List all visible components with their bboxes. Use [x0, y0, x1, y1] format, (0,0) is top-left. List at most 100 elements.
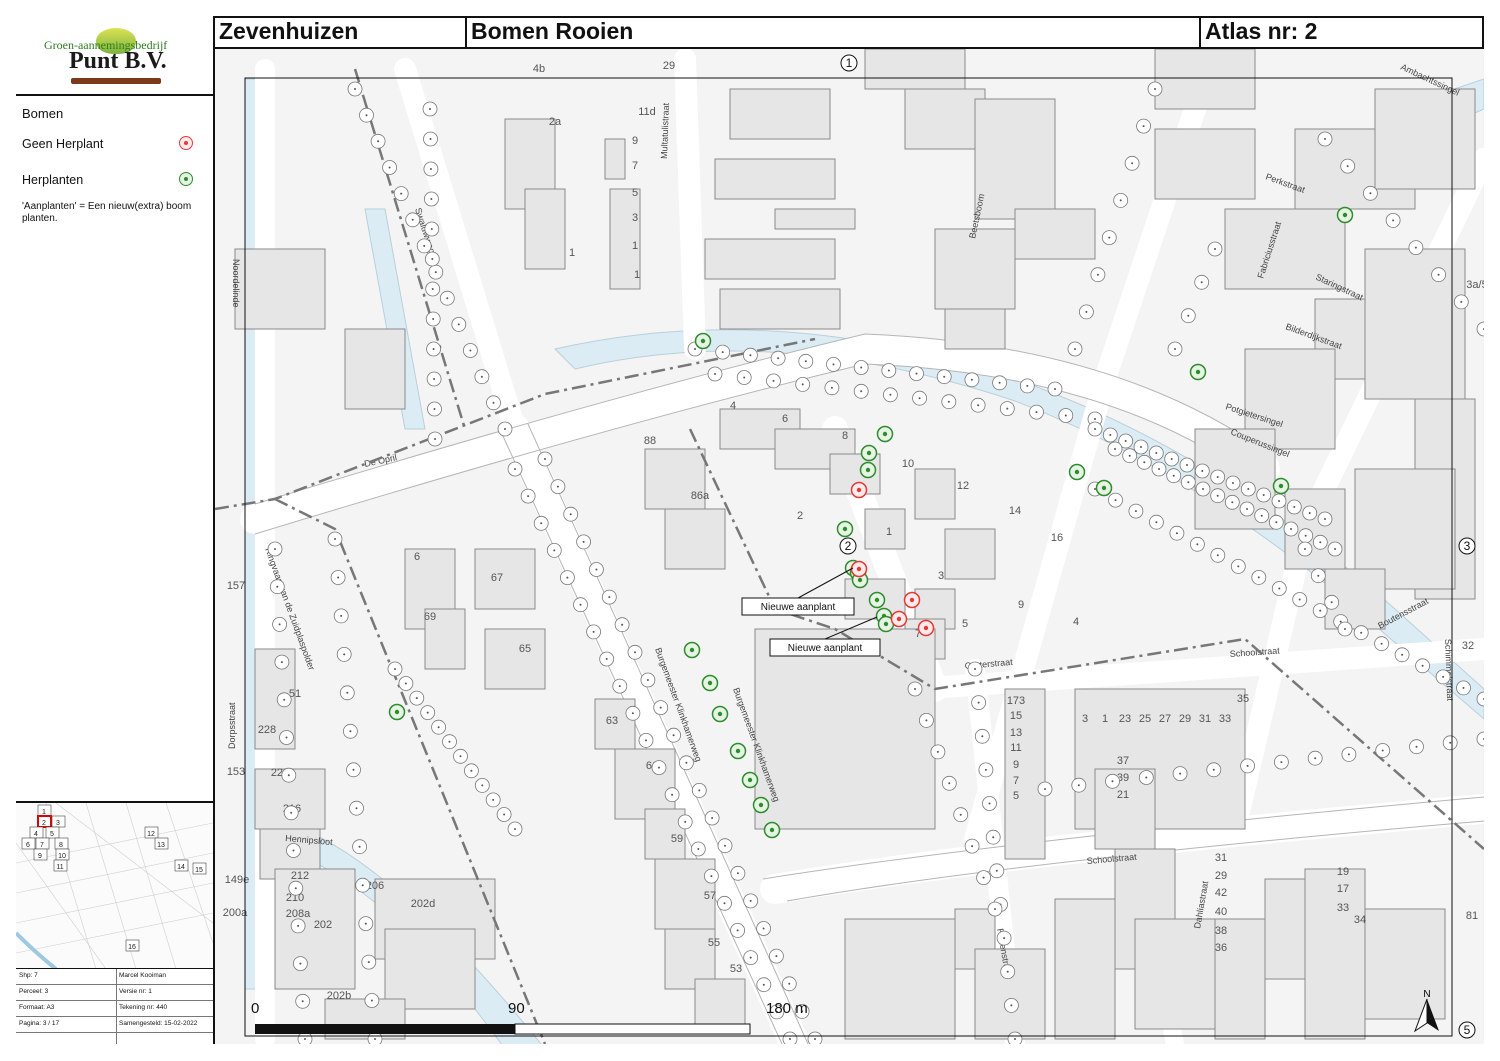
- house-number: 4b: [533, 63, 545, 75]
- existing-tree-center: [984, 768, 987, 771]
- existing-tree-center: [1035, 411, 1038, 414]
- house-number: 157: [227, 580, 245, 592]
- existing-tree-center: [777, 357, 780, 360]
- existing-tree-center: [1094, 428, 1096, 430]
- existing-tree-center: [582, 540, 585, 543]
- existing-tree-center: [358, 845, 361, 848]
- building: [694, 978, 746, 1030]
- building: [774, 208, 856, 230]
- existing-tree-center: [1304, 548, 1306, 550]
- sidebar: Groen-aannemingsbedrijf Punt B.V. Bomen …: [16, 16, 215, 1044]
- building: [864, 49, 966, 90]
- overview-sheet-number: 2: [42, 820, 46, 827]
- existing-tree-center: [394, 668, 396, 670]
- overview-sheet-number: 1: [42, 809, 46, 816]
- herplant-tree-dot: [1074, 469, 1080, 475]
- overview-sheet-number: 9: [38, 853, 42, 860]
- overview-sheet-number: 8: [59, 842, 63, 849]
- existing-tree-center: [1172, 474, 1175, 477]
- existing-tree-center: [1304, 534, 1307, 537]
- existing-tree-center: [1278, 500, 1280, 502]
- existing-tree-center: [337, 576, 340, 579]
- scale-label-0: 0: [251, 1000, 260, 1017]
- building: [344, 328, 406, 410]
- herplant-tree-dot: [857, 577, 863, 583]
- building: [1214, 918, 1266, 1040]
- existing-tree-center: [1044, 788, 1046, 790]
- building: [729, 88, 831, 140]
- existing-tree-center: [684, 820, 687, 823]
- house-number: 202d: [411, 898, 435, 910]
- herplant-tree-dot: [689, 647, 695, 653]
- existing-tree-center: [887, 369, 890, 372]
- existing-tree-center: [1421, 664, 1424, 667]
- existing-tree-center: [1109, 434, 1112, 436]
- existing-tree-center: [1201, 470, 1204, 472]
- existing-tree-center: [1143, 461, 1146, 464]
- house-number: 17: [1337, 883, 1349, 895]
- existing-tree-center: [1278, 587, 1281, 590]
- existing-tree-center: [714, 373, 716, 375]
- existing-tree-center: [959, 813, 962, 816]
- legend-label: Herplanten: [22, 173, 84, 187]
- building: [1264, 878, 1306, 980]
- existing-tree-center: [943, 375, 946, 378]
- existing-tree-center: [430, 198, 433, 200]
- building: [1134, 918, 1226, 1030]
- existing-tree-center: [1010, 1004, 1013, 1007]
- existing-tree-center: [1006, 970, 1009, 973]
- legend-item-herplanten: Herplanten: [22, 169, 207, 205]
- existing-tree-center: [1275, 521, 1278, 524]
- house-number: 1: [632, 240, 638, 252]
- existing-tree-center: [1246, 764, 1249, 767]
- house-number: 200a: [223, 907, 248, 919]
- building: [1374, 88, 1476, 190]
- house-number: 53: [730, 963, 742, 975]
- existing-tree-center: [1392, 219, 1395, 222]
- herplant-tree-dot: [700, 338, 706, 344]
- map-canvas[interactable]: 4b 29 2a 11d 9 7 5 3 1 1 1 88 86a 4 6 8 10 12 14 16 2 1 3 5 7 9 4 6…: [215, 49, 1484, 1044]
- house-number: 14: [1009, 505, 1021, 517]
- existing-tree-center: [1111, 780, 1114, 783]
- map-svg[interactable]: 4b 292a11d97531118886a4681012141621357946…: [215, 49, 1484, 1044]
- existing-tree-center: [1200, 281, 1203, 284]
- house-number: 11d: [638, 106, 656, 118]
- herplant-tree-dot: [1195, 369, 1201, 375]
- house-number: 1: [569, 247, 575, 259]
- existing-tree-center: [658, 766, 660, 769]
- existing-tree-center: [977, 701, 980, 704]
- house-number: 153: [227, 766, 245, 778]
- existing-tree-center: [646, 679, 649, 681]
- existing-tree-center: [1170, 458, 1173, 460]
- house-number: 8: [842, 430, 848, 442]
- existing-tree-center: [434, 271, 437, 274]
- existing-tree-center: [294, 887, 297, 890]
- existing-tree-center: [671, 793, 674, 796]
- meta-row: Formaat: A3 Tekening nr: 440: [16, 1001, 213, 1017]
- existing-tree-center: [1216, 554, 1219, 557]
- existing-tree-center: [343, 653, 346, 656]
- metadata-table: Shp: 7 Marcel Kooiman Perceel: 3 Versie nr…: [16, 969, 213, 1044]
- existing-tree-center: [429, 168, 432, 170]
- house-number: 29: [1179, 713, 1191, 725]
- existing-tree-center: [340, 614, 343, 617]
- geen-herplant-tree-dot: [896, 616, 902, 622]
- existing-tree-center: [749, 956, 752, 959]
- existing-tree-center: [365, 114, 368, 117]
- herplant-tree-dot: [747, 777, 753, 783]
- existing-tree-center: [1319, 609, 1322, 612]
- building: [704, 238, 836, 280]
- house-number: 27: [1159, 713, 1171, 725]
- existing-tree-center: [1054, 388, 1056, 390]
- herplant-tree-dot: [883, 621, 889, 627]
- existing-tree-center: [566, 576, 569, 579]
- grid-reference-label: 5: [1464, 1023, 1471, 1037]
- house-number: 6: [414, 551, 420, 563]
- existing-tree-center: [569, 513, 572, 516]
- house-number: 7: [632, 160, 638, 172]
- house-number: 3: [632, 212, 638, 224]
- house-number: 67: [491, 572, 503, 584]
- existing-tree-center: [448, 740, 451, 743]
- page-title: Bomen Rooien: [467, 16, 1201, 47]
- existing-tree-center: [1460, 300, 1463, 303]
